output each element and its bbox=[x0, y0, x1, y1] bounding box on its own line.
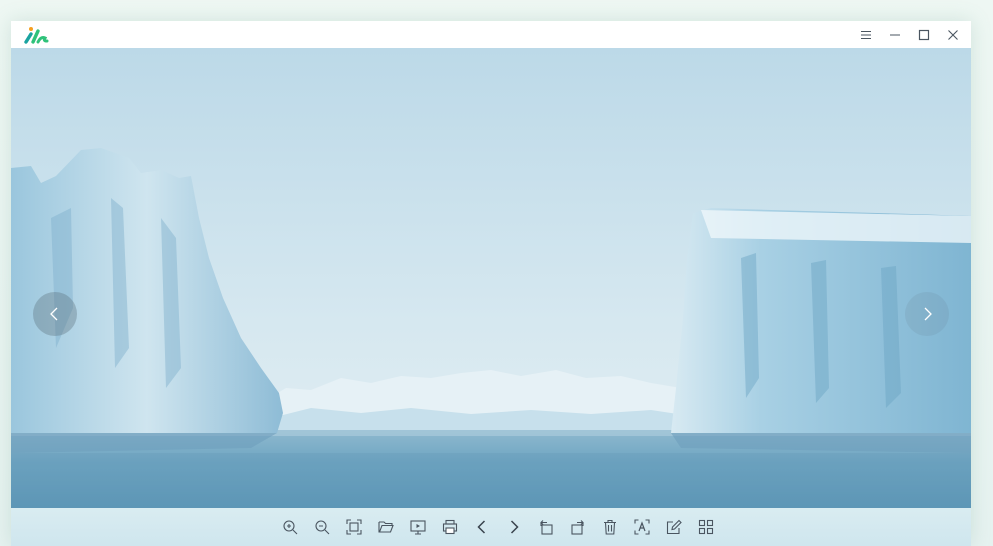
next-image-button[interactable] bbox=[905, 292, 949, 336]
photo-iceberg bbox=[11, 48, 971, 508]
close-button[interactable] bbox=[938, 21, 967, 48]
fit-to-screen-icon bbox=[346, 519, 362, 535]
toolbar-tools bbox=[274, 511, 722, 543]
open-folder-icon bbox=[378, 521, 394, 533]
edit-icon bbox=[666, 519, 682, 535]
chevron-right-icon bbox=[924, 307, 932, 321]
edit-button[interactable] bbox=[658, 511, 690, 543]
previous-image-button[interactable] bbox=[33, 292, 77, 336]
next-icon bbox=[510, 520, 519, 534]
maximize-button[interactable] bbox=[909, 21, 938, 48]
app-logo-icon bbox=[24, 27, 49, 44]
next-button[interactable] bbox=[498, 511, 530, 543]
image-canvas bbox=[11, 48, 971, 508]
menu-button[interactable] bbox=[851, 21, 880, 48]
image-viewer-window bbox=[11, 21, 971, 546]
slideshow-icon bbox=[410, 520, 426, 535]
chevron-left-icon bbox=[50, 307, 58, 321]
delete-icon bbox=[604, 519, 616, 535]
rotate-right-icon bbox=[571, 520, 584, 535]
menu-icon bbox=[860, 30, 871, 39]
delete-button[interactable] bbox=[594, 511, 626, 543]
fit-to-screen-button[interactable] bbox=[338, 511, 370, 543]
previous-icon bbox=[477, 520, 486, 534]
print-icon bbox=[442, 519, 458, 535]
ocr-text-icon bbox=[634, 519, 650, 535]
thumbnails-grid-icon bbox=[698, 519, 714, 535]
title-bar bbox=[11, 21, 971, 48]
rotate-left-button[interactable] bbox=[530, 511, 562, 543]
zoom-out-icon bbox=[315, 520, 330, 535]
ocr-text-button[interactable] bbox=[626, 511, 658, 543]
window-controls bbox=[851, 21, 967, 48]
minimize-button[interactable] bbox=[880, 21, 909, 48]
rotate-left-icon bbox=[540, 520, 553, 535]
thumbnails-grid-button[interactable] bbox=[690, 511, 722, 543]
maximize-icon bbox=[918, 29, 929, 40]
rotate-right-button[interactable] bbox=[562, 511, 594, 543]
zoom-out-button[interactable] bbox=[306, 511, 338, 543]
bottom-toolbar bbox=[11, 508, 971, 546]
zoom-in-icon bbox=[283, 520, 298, 535]
previous-button[interactable] bbox=[466, 511, 498, 543]
minimize-icon bbox=[889, 34, 900, 35]
open-folder-button[interactable] bbox=[370, 511, 402, 543]
slideshow-button[interactable] bbox=[402, 511, 434, 543]
zoom-in-button[interactable] bbox=[274, 511, 306, 543]
close-icon bbox=[947, 29, 958, 40]
print-button[interactable] bbox=[434, 511, 466, 543]
